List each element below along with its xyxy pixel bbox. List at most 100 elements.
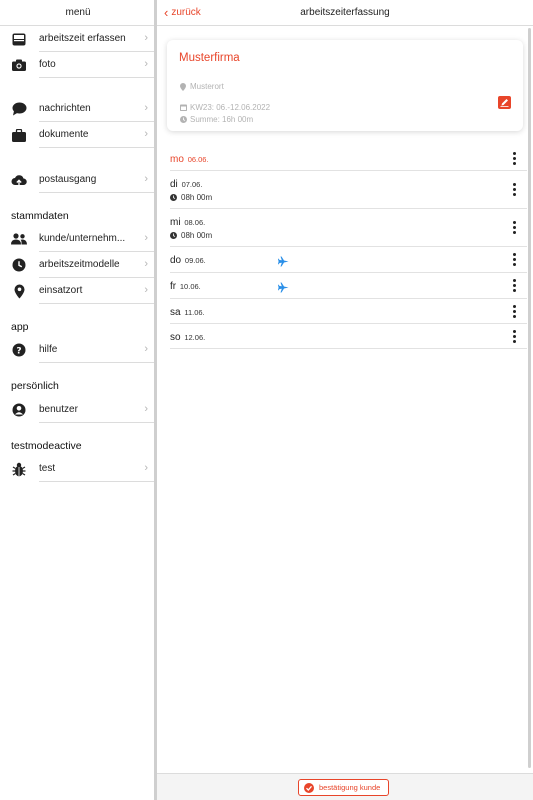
- day-row-fr[interactable]: fr 10.06.: [170, 273, 527, 299]
- day-row-sa[interactable]: sa 11.06.: [170, 299, 527, 324]
- sum-text: Summe: 16h 00m: [190, 115, 254, 124]
- airplane-icon: [278, 280, 289, 293]
- location-pin-icon: [11, 283, 27, 299]
- edit-button[interactable]: [498, 96, 511, 109]
- sidebar-item-label: postausgang: [39, 174, 97, 185]
- clock-icon: [11, 257, 27, 273]
- chevron-right-icon: ›: [144, 58, 148, 70]
- day-row-mo[interactable]: mo 06.06.: [170, 146, 527, 171]
- duration: 08h 00m: [170, 193, 212, 202]
- bug-icon: [11, 461, 27, 477]
- svg-text:?: ?: [16, 346, 21, 356]
- day-label: do 09.06.: [170, 255, 206, 266]
- briefcase-icon: [11, 127, 27, 143]
- calendar-icon: [179, 104, 187, 112]
- more-options-icon[interactable]: [513, 152, 517, 165]
- day-row-do[interactable]: do 09.06.: [170, 247, 527, 273]
- more-options-icon[interactable]: [513, 221, 517, 234]
- sidebar-item-hilfe[interactable]: ? hilfe ›: [0, 337, 156, 363]
- divider: [39, 422, 156, 423]
- day-label: fr 10.06.: [170, 281, 201, 292]
- day-label: so 12.06.: [170, 332, 206, 343]
- week-summary-card: Musterfirma Musterort KW23: 06.-12.06.20…: [167, 40, 523, 131]
- divider: [39, 362, 156, 363]
- week-line: KW23: 06.-12.06.2022: [179, 103, 270, 112]
- sidebar-item-label: hilfe: [39, 344, 58, 355]
- sidebar-item-label: benutzer: [39, 404, 78, 415]
- more-options-icon[interactable]: [513, 330, 517, 343]
- sidebar-item-einsatzort[interactable]: einsatzort ›: [0, 278, 156, 304]
- confirm-customer-button[interactable]: bestätigung kunde: [298, 779, 390, 796]
- clock-icon: [170, 231, 178, 240]
- confirm-label: bestätigung kunde: [319, 783, 381, 792]
- edit-icon: [500, 99, 509, 107]
- page-title: arbeitszeiterfassung: [300, 7, 390, 18]
- checkmark-icon: [304, 782, 314, 793]
- divider: [39, 77, 156, 78]
- clock-icon: [170, 193, 178, 202]
- footer-bar: bestätigung kunde: [157, 773, 533, 800]
- help-icon: ?: [11, 342, 27, 358]
- week-text: KW23: 06.-12.06.2022: [190, 103, 271, 112]
- day-label: sa 11.06.: [170, 307, 205, 318]
- inbox-icon: [11, 31, 27, 47]
- user-circle-icon: [11, 402, 27, 418]
- sidebar: menü arbeitszeit erfassen › foto › nachr…: [0, 0, 156, 800]
- sidebar-item-label: test: [39, 463, 56, 474]
- sidebar-item-test[interactable]: test ›: [0, 456, 156, 482]
- scrollbar[interactable]: [528, 28, 531, 768]
- chevron-right-icon: ›: [144, 102, 148, 114]
- divider: [39, 303, 156, 304]
- day-label: mo 06.06.: [170, 154, 209, 165]
- more-options-icon[interactable]: [513, 183, 517, 196]
- section-title-persoenlich: persönlich: [11, 380, 59, 392]
- day-row-di[interactable]: di 07.06. 08h 00m: [170, 171, 527, 209]
- sidebar-item-label: kunde/unternehm...: [39, 233, 126, 244]
- sidebar-item-nachrichten[interactable]: nachrichten ›: [0, 96, 156, 122]
- more-options-icon[interactable]: [513, 253, 517, 266]
- nav-bar: ‹ zurück arbeitszeiterfassung: [157, 0, 533, 26]
- location-text: Musterort: [190, 82, 224, 91]
- day-row-so[interactable]: so 12.06.: [170, 324, 527, 349]
- sidebar-item-label: einsatzort: [39, 285, 83, 296]
- main-pane: ‹ zurück arbeitszeiterfassung Musterfirm…: [157, 0, 533, 800]
- more-options-icon[interactable]: [513, 305, 517, 318]
- day-row-mi[interactable]: mi 08.06. 08h 00m: [170, 209, 527, 247]
- company-name: Musterfirma: [179, 52, 240, 64]
- day-label: di 07.06.: [170, 179, 203, 190]
- sidebar-item-foto[interactable]: foto ›: [0, 52, 156, 78]
- duration: 08h 00m: [170, 231, 212, 240]
- sidebar-item-kunde[interactable]: kunde/unternehm... ›: [0, 226, 156, 252]
- more-options-icon[interactable]: [513, 279, 517, 292]
- chevron-right-icon: ›: [144, 128, 148, 140]
- sidebar-item-arbeitszeitmodelle[interactable]: arbeitszeitmodelle ›: [0, 252, 156, 278]
- users-icon: [11, 231, 27, 247]
- sidebar-item-dokumente[interactable]: dokumente ›: [0, 122, 156, 148]
- chevron-right-icon: ›: [144, 258, 148, 270]
- chevron-right-icon: ›: [144, 343, 148, 355]
- airplane-icon: [278, 254, 289, 267]
- sidebar-item-label: arbeitszeit erfassen: [39, 33, 126, 44]
- clock-icon: [179, 116, 187, 124]
- sidebar-item-label: arbeitszeitmodelle: [39, 259, 120, 270]
- sidebar-item-label: foto: [39, 59, 56, 70]
- sidebar-item-label: dokumente: [39, 129, 89, 140]
- section-title-app: app: [11, 321, 29, 333]
- sidebar-item-postausgang[interactable]: postausgang ›: [0, 167, 156, 193]
- divider: [39, 192, 156, 193]
- chevron-right-icon: ›: [144, 403, 148, 415]
- chevron-right-icon: ›: [144, 462, 148, 474]
- sidebar-item-arbeitszeit-erfassen[interactable]: arbeitszeit erfassen ›: [0, 26, 156, 52]
- chevron-right-icon: ›: [144, 284, 148, 296]
- section-title-stammdaten: stammdaten: [11, 210, 69, 222]
- chevron-right-icon: ›: [144, 173, 148, 185]
- cloud-upload-icon: [11, 172, 27, 188]
- day-label: mi 08.06.: [170, 217, 206, 228]
- chevron-right-icon: ›: [144, 232, 148, 244]
- divider: [39, 147, 156, 148]
- section-title-testmodeactive: testmodeactive: [11, 440, 82, 452]
- chat-icon: [11, 101, 27, 117]
- chevron-right-icon: ›: [144, 32, 148, 44]
- location-pin-icon: [179, 82, 187, 91]
- sidebar-item-benutzer[interactable]: benutzer ›: [0, 397, 156, 423]
